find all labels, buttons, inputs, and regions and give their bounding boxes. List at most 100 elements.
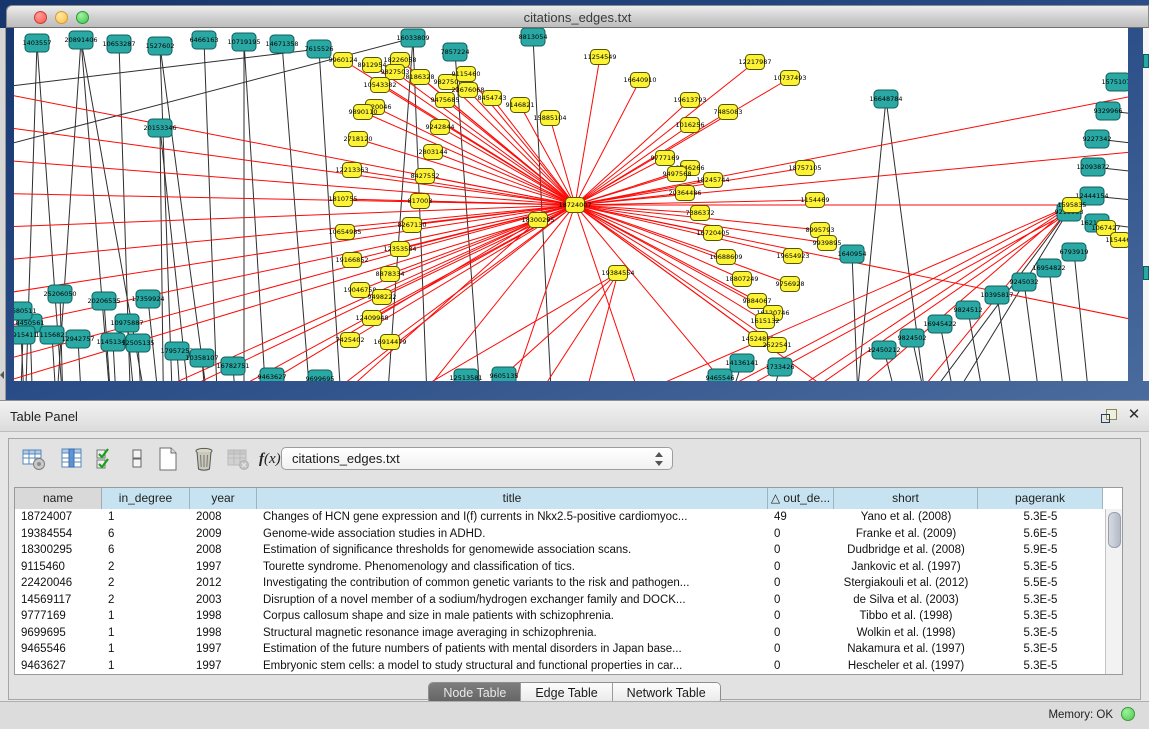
graph-node[interactable]: 2718120	[344, 132, 373, 147]
network-canvas[interactable]: 1403557 20891406 10653287 1527602 6466163 107…	[14, 28, 1128, 381]
select-columns-icon[interactable]	[93, 446, 119, 472]
new-table-icon[interactable]	[155, 446, 181, 472]
graph-node[interactable]: 16640910	[623, 73, 656, 88]
graph-node[interactable]: 7425402	[336, 333, 365, 348]
graph-node[interactable]: 10653287	[102, 35, 135, 53]
table-row[interactable]: 1938455462009Genome-wide association stu…	[15, 526, 1106, 543]
graph-node[interactable]: 15751074	[1101, 73, 1128, 91]
table-row[interactable]: 946362711997Embryonic stem cells: a mode…	[15, 658, 1106, 675]
column-header-title[interactable]: title	[257, 488, 768, 509]
graph-node[interactable]: 9605135	[490, 367, 519, 381]
graph-node[interactable]: 20364486	[668, 186, 701, 201]
graph-node[interactable]: 6793919	[1060, 243, 1089, 261]
window-titlebar[interactable]: citations_edges.txt	[6, 5, 1149, 28]
graph-node[interactable]: 12213363	[335, 163, 368, 178]
graph-node[interactable]: 19384554	[601, 266, 634, 281]
table-row[interactable]: 1872400712008Changes of HCN gene express…	[15, 509, 1106, 526]
graph-node[interactable]: 25206050	[43, 285, 76, 303]
table-row[interactable]: 2242004622012Investigating the contribut…	[15, 575, 1106, 592]
graph-node[interactable]: 16033809	[396, 29, 429, 47]
graph-node[interactable]: 1403557	[23, 34, 52, 52]
tab-node-table[interactable]: Node Table	[429, 683, 521, 703]
graph-node[interactable]: 9824512	[954, 301, 983, 319]
graph-node[interactable]: 9824502	[898, 329, 927, 347]
graph-node[interactable]: 19654923	[776, 249, 809, 264]
table-row[interactable]: 946554611997Estimation of the future num…	[15, 641, 1106, 658]
collapsed-panel-strip[interactable]	[0, 28, 6, 400]
float-panel-button[interactable]	[1100, 408, 1116, 424]
graph-node[interactable]: 16648784	[869, 90, 902, 108]
graph-node[interactable]: 11254549	[583, 50, 616, 65]
graph-node[interactable]: 10654985	[328, 225, 361, 240]
tab-network-table[interactable]: Network Table	[613, 683, 720, 703]
graph-node[interactable]: 9245032	[1010, 273, 1039, 291]
column-header-year[interactable]: year	[190, 488, 257, 509]
table-row[interactable]: 1830029562008Estimation of significance …	[15, 542, 1106, 559]
graph-node[interactable]: 9227342	[1083, 130, 1112, 148]
graph-node[interactable]: 17359924	[131, 290, 164, 308]
graph-node[interactable]: 20153346	[143, 119, 176, 137]
graph-node[interactable]: 12513581	[449, 369, 482, 381]
row-options-icon[interactable]	[125, 446, 151, 472]
table-row[interactable]: 977716911998Corpus callosum shape and si…	[15, 608, 1106, 625]
table-row[interactable]: 1456911722003Disruption of a novel membe…	[15, 592, 1106, 609]
graph-node[interactable]: 10737493	[773, 71, 806, 86]
column-header-name[interactable]: name	[15, 488, 102, 509]
show-columns-icon[interactable]	[59, 446, 85, 472]
graph-node[interactable]: 1640954	[838, 245, 867, 263]
graph-node[interactable]: 7857224	[441, 43, 470, 61]
graph-node[interactable]: 20206535	[87, 292, 120, 310]
graph-node[interactable]: 12353584	[383, 242, 416, 257]
graph-node[interactable]: 14671358	[265, 35, 298, 53]
graph-node[interactable]: 10719195	[227, 33, 260, 51]
graph-node[interactable]: 19613793	[673, 93, 706, 108]
graph-node[interactable]: 9242844	[426, 120, 455, 135]
graph-node[interactable]: 817003	[408, 194, 433, 209]
graph-node[interactable]: 14136141	[725, 354, 758, 372]
graph-node[interactable]: 6466163	[190, 31, 219, 49]
graph-node[interactable]: 1733426	[766, 358, 795, 376]
import-table-disabled-icon[interactable]	[225, 446, 251, 472]
graph-node[interactable]: 9756928	[776, 277, 805, 292]
graph-node[interactable]: 9465546	[706, 369, 735, 381]
column-header-in_degree[interactable]: in_degree	[102, 488, 190, 509]
graph-node[interactable]: 7386372	[686, 206, 715, 221]
graph-node[interactable]: 1527602	[146, 37, 175, 55]
graph-node[interactable]: 16954822	[1032, 259, 1065, 277]
graph-node[interactable]: 9329966	[1094, 102, 1123, 120]
graph-node[interactable]: 12942757	[61, 330, 94, 348]
graph-node[interactable]: 7485083	[714, 105, 743, 120]
column-header-pagerank[interactable]: pagerank	[978, 488, 1103, 509]
graph-node[interactable]: 9960124	[329, 53, 358, 68]
graph-node[interactable]: 9699695	[306, 370, 335, 381]
graph-node[interactable]: 15885104	[533, 111, 566, 126]
graph-node[interactable]: 8813054	[519, 28, 548, 46]
graph-node[interactable]: 16914479	[373, 335, 406, 350]
column-header-short[interactable]: short	[834, 488, 978, 509]
graph-node[interactable]: 9463627	[258, 368, 287, 381]
table-row[interactable]: 969969511998Structural magnetic resonanc…	[15, 625, 1106, 642]
tab-edge-table[interactable]: Edge Table	[521, 683, 612, 703]
graph-node[interactable]: 8427552	[411, 169, 440, 184]
graph-node[interactable]: 10358107	[185, 349, 218, 367]
graph-node[interactable]: 10688609	[709, 250, 742, 265]
graph-node[interactable]: 10395817	[980, 286, 1013, 304]
graph-node[interactable]: 12505135	[121, 334, 154, 352]
delete-table-icon[interactable]	[191, 446, 217, 472]
table-settings-icon[interactable]	[21, 446, 47, 472]
graph-node[interactable]: 1810755	[329, 192, 358, 207]
table-vertical-scrollbar[interactable]	[1105, 509, 1122, 674]
close-panel-button[interactable]: ✕	[1126, 406, 1142, 424]
graph-node[interactable]: 3915411	[14, 326, 37, 344]
graph-node[interactable]: 18245744	[696, 173, 729, 188]
column-header-out_de[interactable]: △ out_de...	[768, 488, 834, 509]
graph-node[interactable]: 12217987	[738, 55, 771, 70]
graph-node[interactable]: 9146821	[506, 98, 535, 113]
graph-node[interactable]: 1016256	[676, 118, 705, 133]
graph-node[interactable]: 8878334	[376, 267, 405, 282]
graph-node[interactable]: 10975887	[110, 314, 143, 332]
graph-node[interactable]: 16945422	[923, 315, 956, 333]
scrollbar-thumb[interactable]	[1108, 512, 1121, 548]
graph-node[interactable]: 20891406	[64, 31, 97, 49]
table-row[interactable]: 911546021997Tourette syndrome. Phenomeno…	[15, 559, 1106, 576]
